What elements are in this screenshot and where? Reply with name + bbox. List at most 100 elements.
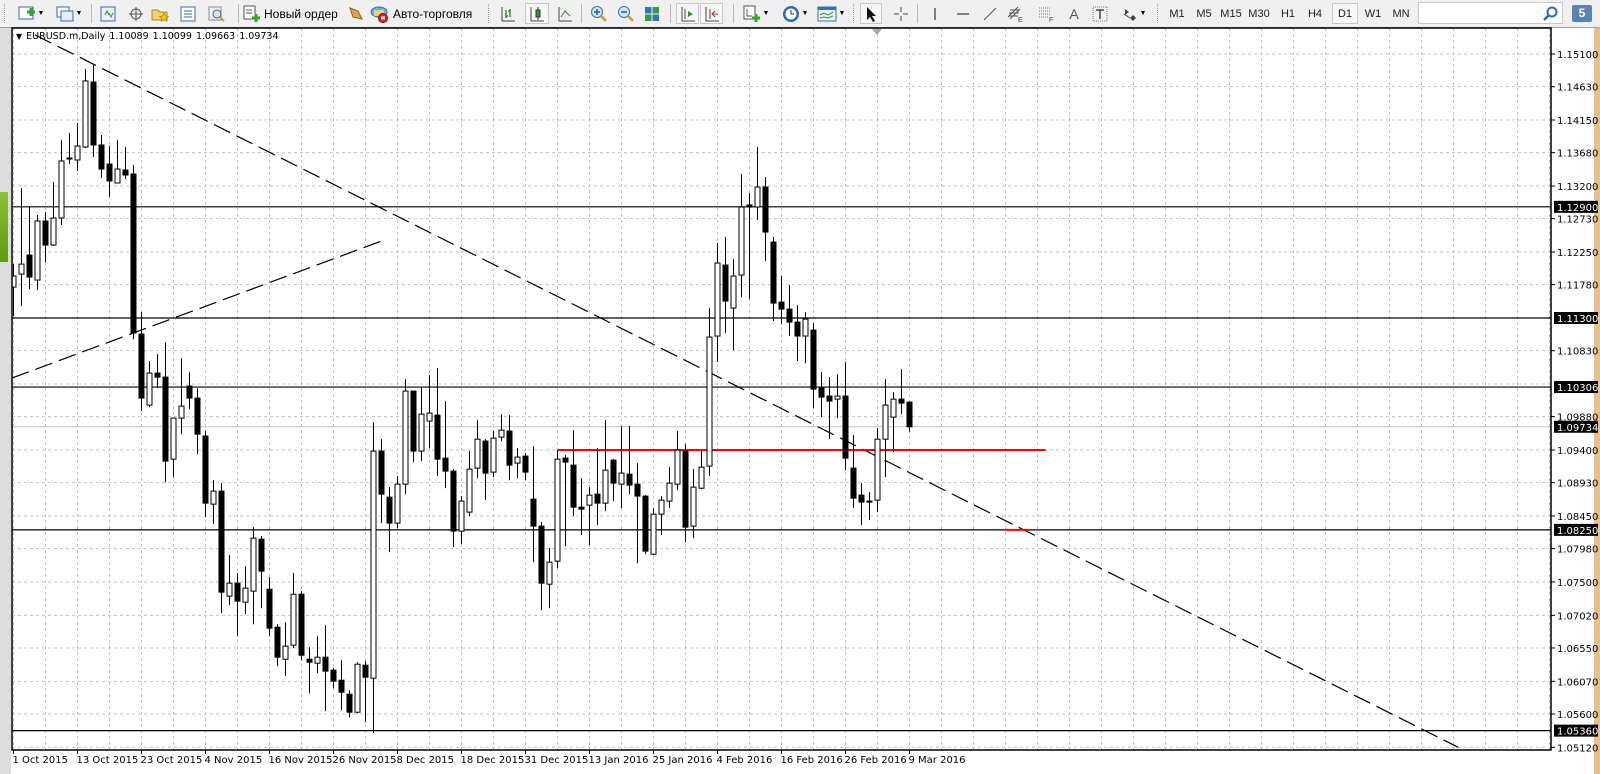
price-level-label: 1.09734 <box>1557 423 1598 434</box>
candle-body-bearish <box>682 450 689 528</box>
candle <box>626 426 633 495</box>
candle-body-bullish <box>554 458 561 562</box>
date-tick-label: 23 Oct 2015 <box>141 755 203 766</box>
candle <box>314 636 321 674</box>
date-tick-label: 8 Dec 2015 <box>397 755 455 766</box>
candle-body-bearish <box>274 626 281 658</box>
candle-body-bearish <box>770 241 777 304</box>
candle <box>858 483 865 526</box>
candle-body-bearish <box>130 173 137 334</box>
candle-body-bullish <box>210 490 217 505</box>
candle <box>82 69 89 148</box>
price-tick-label: 1.08930 <box>1557 479 1598 490</box>
candle <box>18 188 25 307</box>
candle <box>482 439 489 501</box>
candle <box>322 625 329 712</box>
candle <box>698 451 705 490</box>
candle-body-bullish <box>874 438 881 501</box>
candle <box>530 446 537 563</box>
candlestick-chart[interactable]: 1.15100 1.14630 1.14150 1.13680 1.13200 1.127… <box>0 0 1600 774</box>
price-level-label: 1.12900 <box>1557 203 1598 214</box>
candle <box>842 362 849 471</box>
chart-low: 1.09663 <box>195 31 236 42</box>
candle <box>594 448 601 526</box>
candle <box>266 577 273 637</box>
candle <box>818 372 825 418</box>
candle <box>370 422 377 734</box>
candle <box>562 455 569 547</box>
candle <box>474 420 481 479</box>
candle <box>690 469 697 539</box>
date-tick-label: 16 Feb 2016 <box>781 755 843 766</box>
candle <box>186 372 193 410</box>
candle-body-bullish <box>586 494 593 506</box>
candle-body-bearish <box>450 470 457 532</box>
candle-body-bearish <box>434 414 441 460</box>
candle <box>610 459 617 502</box>
chart-menu-triangle-icon[interactable]: ▼ <box>16 32 22 41</box>
candle <box>794 305 801 362</box>
date-tick-label: 26 Feb 2016 <box>845 755 907 766</box>
candle <box>786 285 793 337</box>
candle <box>306 647 313 694</box>
candle-body-bullish <box>490 437 497 473</box>
date-tick-label: 4 Feb 2016 <box>717 755 773 766</box>
candle-body-bullish <box>690 486 697 527</box>
candle-body-bearish <box>722 264 729 302</box>
candle-body-bearish <box>138 333 145 399</box>
candle-body-bearish <box>898 398 905 404</box>
candle-body-bullish <box>802 318 809 337</box>
candle-body-bullish <box>754 186 761 208</box>
trendline-uptrend[interactable] <box>12 240 382 379</box>
candle <box>706 308 713 477</box>
candle-body-bearish <box>850 467 857 499</box>
candle-body-bullish <box>74 145 81 161</box>
candle <box>650 508 657 556</box>
candle <box>466 451 473 517</box>
candle-body-bullish <box>666 482 673 502</box>
price-tick-label: 1.12250 <box>1557 248 1598 259</box>
candle-body-bearish <box>570 464 577 508</box>
candle-body-bearish <box>642 495 649 552</box>
candle-body-bearish <box>258 538 265 572</box>
candle <box>714 243 721 363</box>
candle <box>738 174 745 298</box>
candle-body-bullish <box>674 449 681 485</box>
candle <box>130 165 137 340</box>
candle-body-bullish <box>314 656 321 664</box>
candle <box>682 444 689 543</box>
candle <box>282 622 289 677</box>
candle-body-bullish <box>250 537 257 592</box>
candle <box>234 573 241 637</box>
candle-body-bullish <box>66 157 73 160</box>
candle-body-bullish <box>34 220 41 281</box>
candle <box>114 140 121 184</box>
candle-body-bearish <box>866 500 873 503</box>
candle-body-bullish <box>498 429 505 438</box>
candle-body-bearish <box>594 493 601 504</box>
candle <box>722 237 729 334</box>
candle <box>490 431 497 478</box>
candle <box>554 450 561 569</box>
candle <box>58 140 65 226</box>
date-tick-label: 26 Nov 2015 <box>333 755 397 766</box>
price-tick-label: 1.08450 <box>1557 512 1598 523</box>
candle-body-bearish <box>762 186 769 233</box>
candle <box>42 212 49 263</box>
candle-body-bullish <box>650 513 657 555</box>
candle <box>394 476 401 529</box>
candle <box>146 361 153 408</box>
price-tick-label: 1.06070 <box>1557 677 1598 688</box>
candle <box>890 392 897 453</box>
trendline-downtrend[interactable] <box>34 34 1459 748</box>
candle <box>770 237 777 322</box>
price-tick-label: 1.05600 <box>1557 710 1598 721</box>
chart-shift-marker-icon[interactable] <box>872 29 882 35</box>
candle <box>138 312 145 412</box>
candle-body-bearish <box>522 455 529 473</box>
candle-body-bearish <box>746 204 753 208</box>
candle <box>34 215 41 291</box>
candle <box>570 430 577 517</box>
candle <box>162 342 169 483</box>
candle-body-bullish <box>402 390 409 485</box>
